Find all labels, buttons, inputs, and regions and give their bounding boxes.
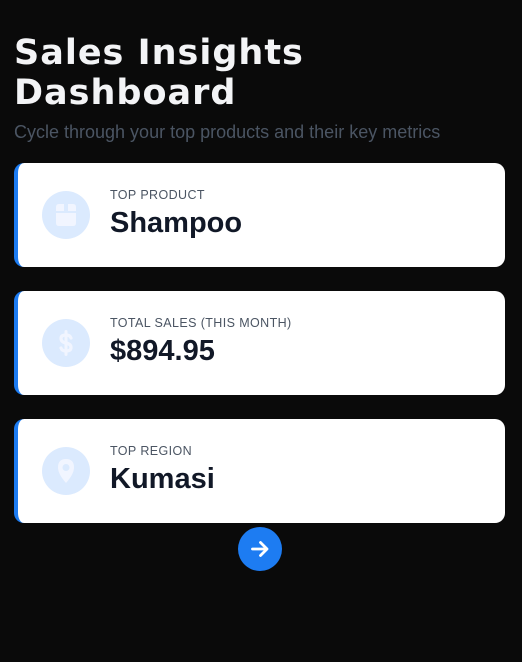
card-value: Kumasi (110, 463, 215, 495)
card-label: TOTAL SALES (THIS MONTH) (110, 316, 292, 330)
page-title: Sales Insights Dashboard (14, 33, 304, 113)
card-label: TOP REGION (110, 444, 193, 458)
metric-card-top-region: TOP REGION Kumasi (14, 419, 505, 523)
dollar-icon (42, 319, 90, 367)
card-value: $894.95 (110, 335, 215, 367)
box-icon (42, 191, 90, 239)
map-pin-icon (42, 447, 90, 495)
next-button[interactable] (238, 527, 282, 571)
arrow-right-icon (249, 538, 271, 560)
card-value: Shampoo (110, 207, 243, 239)
metric-card-top-product: TOP PRODUCT Shampoo (14, 163, 505, 267)
page-subtitle: Cycle through your top products and thei… (14, 122, 441, 142)
card-label: TOP PRODUCT (110, 188, 205, 202)
metric-card-total-sales: TOTAL SALES (THIS MONTH) $894.95 (14, 291, 505, 395)
